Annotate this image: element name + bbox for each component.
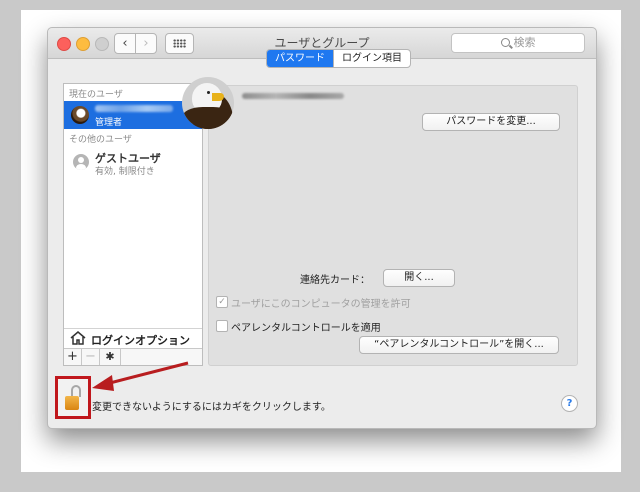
tab-password[interactable]: パスワード: [267, 50, 333, 67]
parental-controls-label: ペアレンタルコントロールを適用: [231, 323, 381, 334]
help-button[interactable]: ?: [561, 395, 578, 412]
minimize-button[interactable]: [76, 37, 90, 51]
login-options-item[interactable]: ログインオプション: [64, 328, 202, 349]
blurred-full-name: [242, 93, 344, 99]
allow-admin-label: ユーザにこのコンピュータの管理を許可: [231, 299, 411, 310]
forward-button[interactable]: ›: [135, 33, 157, 54]
lock-icon: [65, 396, 79, 410]
show-all-button[interactable]: [165, 33, 194, 54]
eagle-eye: [207, 91, 210, 94]
avatar: [71, 106, 89, 124]
tab-bar: パスワード ログイン項目: [266, 49, 411, 68]
guest-status: 有効, 制限付き: [95, 167, 155, 177]
tab-login-items[interactable]: ログイン項目: [333, 50, 410, 67]
allow-admin-checkbox[interactable]: ✓: [216, 296, 228, 308]
other-users-header: その他のユーザ: [69, 135, 132, 145]
eagle-beak: [212, 93, 224, 101]
search-icon: [500, 38, 510, 47]
open-parental-controls-button[interactable]: “ペアレンタルコントロール”を開く...: [359, 336, 559, 354]
lock-highlight[interactable]: [55, 376, 91, 419]
user-list-item-guest[interactable]: ゲストユーザ 有効, 制限付き: [64, 149, 202, 177]
user-role: 管理者: [95, 118, 123, 128]
change-password-button[interactable]: パスワードを変更...: [422, 113, 560, 131]
zoom-button[interactable]: [95, 37, 109, 51]
contact-card-label: 連絡先カード：: [300, 275, 370, 286]
close-button[interactable]: [57, 37, 71, 51]
open-contact-button[interactable]: 開く...: [383, 269, 455, 287]
grid-icon: [173, 39, 186, 48]
lock-instruction: 変更できないようにするにはカギをクリックします。: [92, 402, 331, 413]
search-placeholder: 検索: [513, 36, 536, 49]
parental-controls-checkbox[interactable]: [216, 320, 228, 332]
search-field[interactable]: 検索: [451, 33, 585, 53]
blurred-user-name: [95, 105, 173, 112]
back-button[interactable]: ‹: [114, 33, 136, 54]
guest-avatar-icon: [73, 154, 89, 170]
red-arrow-annotation: [92, 361, 189, 391]
current-users-header: 現在のユーザ: [69, 90, 123, 100]
login-options-label: ログインオプション: [91, 334, 190, 347]
add-user-button[interactable]: +: [64, 349, 82, 365]
house-icon: [70, 331, 86, 345]
eagle-body: [182, 107, 234, 129]
user-picture[interactable]: [182, 77, 234, 129]
